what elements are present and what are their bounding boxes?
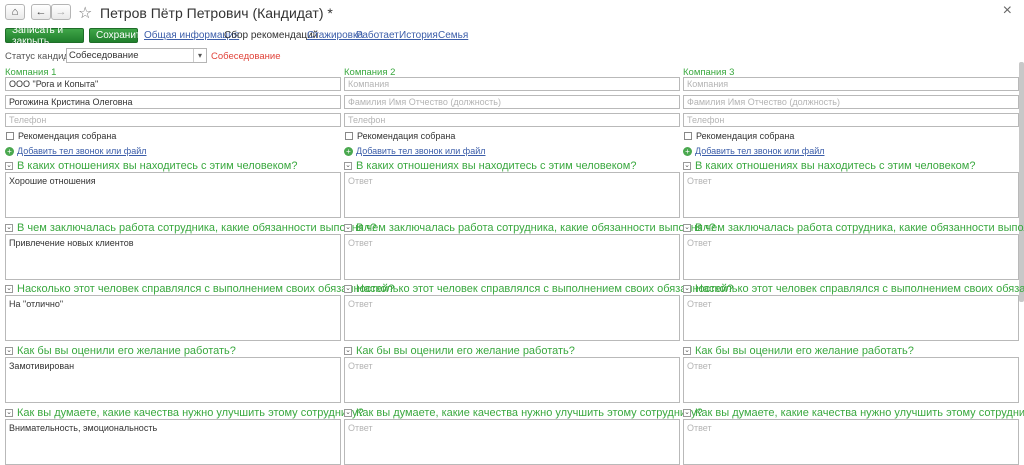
company-field[interactable]: Компания [683, 77, 1019, 91]
answer-field[interactable]: Замотивирован [5, 357, 341, 403]
question-text: Как бы вы оценили его желание работать? [17, 345, 236, 357]
plus-icon: + [683, 146, 692, 156]
question-3: ⌄ Насколько этот человек справлялся с вы… [683, 283, 1024, 295]
question-1: ⌄ В каких отношениях вы находитесь с эти… [683, 160, 975, 172]
question-text: В чем заключалась работа сотрудника, как… [17, 222, 377, 234]
plus-icon: + [344, 146, 353, 156]
collapse-icon[interactable]: ⌄ [344, 347, 352, 355]
collapse-icon[interactable]: ⌄ [344, 224, 352, 232]
company-column-2: Компания 2 Компания Фамилия Имя Отчество… [344, 0, 733, 465]
answer-field[interactable]: Ответ [683, 419, 1019, 465]
question-5: ⌄ Как вы думаете, какие качества нужно у… [5, 407, 364, 419]
collapse-icon[interactable]: ⌄ [344, 162, 352, 170]
checkbox-icon[interactable] [684, 132, 692, 140]
person-field[interactable]: Фамилия Имя Отчество (должность) [683, 95, 1019, 109]
checkbox-icon[interactable] [6, 132, 14, 140]
question-4: ⌄ Как бы вы оценили его желание работать… [344, 345, 575, 357]
answer-field[interactable]: Ответ [344, 419, 680, 465]
add-link-label[interactable]: Добавить тел звонок или файл [356, 146, 485, 156]
collapse-icon[interactable]: ⌄ [5, 162, 13, 170]
company-field[interactable]: ООО "Рога и Копыта" [5, 77, 341, 91]
question-text: В каких отношениях вы находитесь с этим … [695, 160, 976, 172]
phone-field[interactable]: Телефон [344, 113, 680, 127]
question-5: ⌄ Как вы думаете, какие качества нужно у… [344, 407, 703, 419]
recommendation-label: Рекомендация собрана [357, 131, 456, 141]
answer-field[interactable]: Ответ [344, 295, 680, 341]
answer-field[interactable]: Ответ [683, 234, 1019, 280]
recommendation-checkbox[interactable]: Рекомендация собрана [6, 131, 116, 141]
question-4: ⌄ Как бы вы оценили его желание работать… [683, 345, 914, 357]
question-5: ⌄ Как вы думаете, какие качества нужно у… [683, 407, 1024, 419]
collapse-icon[interactable]: ⌄ [5, 285, 13, 293]
company-column-1: Компания 1 ООО "Рога и Копыта" Рогожина … [5, 0, 394, 465]
question-2: ⌄ В чем заключалась работа сотрудника, к… [344, 222, 715, 234]
person-field[interactable]: Рогожина Кристина Олеговна [5, 95, 341, 109]
collapse-icon[interactable]: ⌄ [683, 347, 691, 355]
question-text: В каких отношениях вы находитесь с этим … [356, 160, 637, 172]
recommendation-checkbox[interactable]: Рекомендация собрана [345, 131, 455, 141]
question-text: В каких отношениях вы находитесь с этим … [17, 160, 298, 172]
answer-field[interactable]: Ответ [344, 357, 680, 403]
question-text: В чем заключалась работа сотрудника, как… [356, 222, 716, 234]
answer-field[interactable]: Ответ [683, 357, 1019, 403]
answer-field[interactable]: Хорошие отношения [5, 172, 341, 218]
vertical-scrollbar[interactable] [1019, 62, 1024, 302]
add-call-or-file-link[interactable]: + Добавить тел звонок или файл [344, 146, 485, 156]
collapse-icon[interactable]: ⌄ [5, 347, 13, 355]
add-call-or-file-link[interactable]: + Добавить тел звонок или файл [683, 146, 824, 156]
question-text: Как вы думаете, какие качества нужно улу… [695, 407, 1024, 419]
question-text: Насколько этот человек справлялся с выпо… [17, 283, 395, 295]
collapse-icon[interactable]: ⌄ [5, 224, 13, 232]
add-link-label[interactable]: Добавить тел звонок или файл [695, 146, 824, 156]
company-column-3: Компания 3 Компания Фамилия Имя Отчество… [683, 0, 1024, 465]
question-3: ⌄ Насколько этот человек справлялся с вы… [344, 283, 733, 295]
question-text: Как бы вы оценили его желание работать? [695, 345, 914, 357]
collapse-icon[interactable]: ⌄ [344, 409, 352, 417]
collapse-icon[interactable]: ⌄ [344, 285, 352, 293]
collapse-icon[interactable]: ⌄ [5, 409, 13, 417]
plus-icon: + [5, 146, 14, 156]
question-2: ⌄ В чем заключалась работа сотрудника, к… [5, 222, 376, 234]
question-text: Насколько этот человек справлялся с выпо… [695, 283, 1024, 295]
answer-field[interactable]: Ответ [683, 295, 1019, 341]
checkbox-icon[interactable] [345, 132, 353, 140]
recommendation-label: Рекомендация собрана [18, 131, 117, 141]
add-call-or-file-link[interactable]: + Добавить тел звонок или файл [5, 146, 146, 156]
question-text: Как вы думаете, какие качества нужно улу… [356, 407, 703, 419]
person-field[interactable]: Фамилия Имя Отчество (должность) [344, 95, 680, 109]
question-text: Как вы думаете, какие качества нужно улу… [17, 407, 364, 419]
answer-field[interactable]: Внимательность, эмоциональность [5, 419, 341, 465]
question-1: ⌄ В каких отношениях вы находитесь с эти… [5, 160, 297, 172]
add-link-label[interactable]: Добавить тел звонок или файл [17, 146, 146, 156]
collapse-icon[interactable]: ⌄ [683, 162, 691, 170]
answer-field[interactable]: Привлечение новых клиентов [5, 234, 341, 280]
answer-field[interactable]: На "отлично" [5, 295, 341, 341]
question-text: В чем заключалась работа сотрудника, как… [695, 222, 1024, 234]
question-text: Как бы вы оценили его желание работать? [356, 345, 575, 357]
recommendation-checkbox[interactable]: Рекомендация собрана [684, 131, 794, 141]
answer-field[interactable]: Ответ [344, 172, 680, 218]
question-1: ⌄ В каких отношениях вы находитесь с эти… [344, 160, 636, 172]
answer-field[interactable]: Ответ [683, 172, 1019, 218]
question-2: ⌄ В чем заключалась работа сотрудника, к… [683, 222, 1024, 234]
collapse-icon[interactable]: ⌄ [683, 285, 691, 293]
question-text: Насколько этот человек справлялся с выпо… [356, 283, 734, 295]
question-4: ⌄ Как бы вы оценили его желание работать… [5, 345, 236, 357]
collapse-icon[interactable]: ⌄ [683, 409, 691, 417]
phone-field[interactable]: Телефон [683, 113, 1019, 127]
question-3: ⌄ Насколько этот человек справлялся с вы… [5, 283, 394, 295]
company-field[interactable]: Компания [344, 77, 680, 91]
phone-field[interactable]: Телефон [5, 113, 341, 127]
collapse-icon[interactable]: ⌄ [683, 224, 691, 232]
recommendation-label: Рекомендация собрана [696, 131, 795, 141]
answer-field[interactable]: Ответ [344, 234, 680, 280]
